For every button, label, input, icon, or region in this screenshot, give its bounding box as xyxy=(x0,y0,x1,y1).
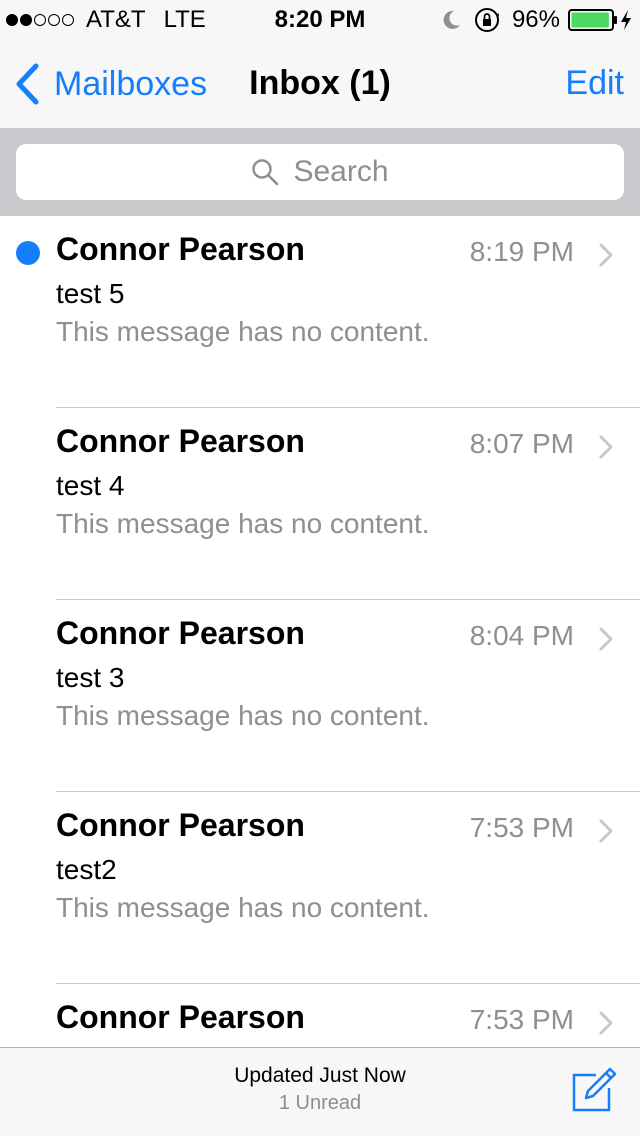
message-preview: This message has no content. xyxy=(56,892,430,923)
message-time: 8:04 PM xyxy=(469,620,574,651)
message-subject: test2 xyxy=(56,854,117,885)
message-time: 7:53 PM xyxy=(469,1004,574,1035)
message-list: Connor Pearson 8:19 PM test 5 This messa… xyxy=(0,216,640,1048)
message-sender: Connor Pearson xyxy=(56,423,305,459)
chevron-right-icon xyxy=(599,627,613,651)
battery-icon xyxy=(568,9,617,31)
search-icon xyxy=(252,159,279,186)
search-placeholder: Search xyxy=(293,155,389,188)
message-time: 7:53 PM xyxy=(469,812,574,843)
message-sender: Connor Pearson xyxy=(56,999,305,1035)
navigation-bar: Mailboxes Inbox (1) Edit xyxy=(0,40,640,128)
message-row[interactable]: Connor Pearson 8:19 PM test 5 This messa… xyxy=(0,216,640,408)
edit-button[interactable]: Edit xyxy=(565,64,624,103)
chevron-right-icon xyxy=(599,819,613,843)
message-row[interactable]: Connor Pearson 8:04 PM test 3 This messa… xyxy=(0,600,640,792)
message-time: 8:07 PM xyxy=(469,428,574,459)
message-row[interactable]: Connor Pearson 7:53 PM test2 This messag… xyxy=(0,792,640,984)
chevron-right-icon xyxy=(599,1011,613,1035)
message-subject: test 5 xyxy=(56,278,125,309)
unread-count: 1 Unread xyxy=(278,1092,362,1114)
search-input[interactable]: Search xyxy=(16,144,624,200)
moon-icon xyxy=(443,10,460,29)
search-area: Search xyxy=(0,128,640,216)
mailbox-status: Updated Just Now 1 Unread xyxy=(0,1064,640,1115)
charging-bolt-icon xyxy=(621,10,631,30)
status-right: 96% xyxy=(440,6,632,34)
message-row[interactable]: Connor Pearson 8:07 PM test 4 This messa… xyxy=(0,408,640,600)
mail-inbox-screen: AT&T LTE 8:20 PM 96% Mailboxes Inbox (1)… xyxy=(0,0,640,1136)
updated-status: Updated Just Now xyxy=(234,1064,406,1087)
message-sender: Connor Pearson xyxy=(56,807,305,843)
message-time: 8:19 PM xyxy=(469,236,574,267)
message-preview: This message has no content. xyxy=(56,700,430,731)
message-sender: Connor Pearson xyxy=(56,615,305,651)
message-preview: This message has no content. xyxy=(56,508,430,539)
battery-percentage: 96% xyxy=(511,6,560,33)
message-row[interactable]: Connor Pearson 7:53 PM xyxy=(0,984,640,1048)
page-title: Inbox (1) xyxy=(249,64,391,102)
message-subject: test 3 xyxy=(56,662,125,693)
chevron-right-icon xyxy=(599,243,613,267)
bottom-toolbar: Updated Just Now 1 Unread xyxy=(0,1047,640,1136)
unread-indicator-icon xyxy=(16,241,40,265)
orientation-lock-icon xyxy=(474,8,499,32)
message-subject: test 4 xyxy=(56,470,125,501)
message-sender: Connor Pearson xyxy=(56,231,305,267)
message-preview: This message has no content. xyxy=(56,316,430,347)
compose-icon[interactable] xyxy=(570,1066,618,1114)
chevron-right-icon xyxy=(599,435,613,459)
status-bar: AT&T LTE 8:20 PM 96% xyxy=(0,0,640,40)
